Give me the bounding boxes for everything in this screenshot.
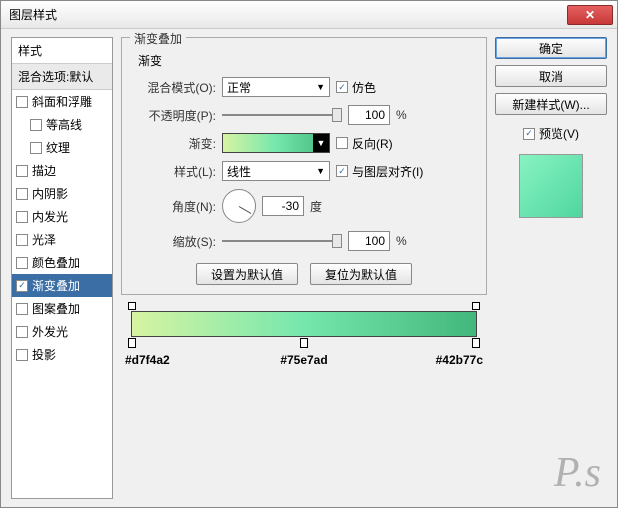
opacity-label: 不透明度(P): xyxy=(134,107,216,124)
style-item-5[interactable]: 内发光 xyxy=(12,205,112,228)
style-item-label: 等高线 xyxy=(46,116,82,133)
opacity-stop[interactable] xyxy=(472,302,480,310)
checkbox-icon: ✓ xyxy=(336,81,348,93)
style-item-label: 内阴影 xyxy=(32,185,68,202)
gradient-bar[interactable] xyxy=(131,311,477,337)
window-title: 图层样式 xyxy=(9,6,57,23)
ok-button[interactable]: 确定 xyxy=(495,37,607,59)
style-item-label: 颜色叠加 xyxy=(32,254,80,271)
style-item-label: 渐变叠加 xyxy=(32,277,80,294)
preview-checkbox[interactable]: ✓ 预览(V) xyxy=(495,125,607,142)
group-title: 渐变叠加 xyxy=(130,30,186,47)
blend-mode-select[interactable]: 正常 ▼ xyxy=(222,77,330,97)
titlebar: 图层样式 ✕ xyxy=(1,1,617,29)
set-default-button[interactable]: 设置为默认值 xyxy=(196,263,298,285)
checkbox-icon xyxy=(16,326,28,338)
style-item-3[interactable]: 描边 xyxy=(12,159,112,182)
style-label: 样式(L): xyxy=(134,163,216,180)
cancel-button[interactable]: 取消 xyxy=(495,65,607,87)
close-icon: ✕ xyxy=(585,8,595,22)
color-stop-label: #75e7ad xyxy=(280,353,327,367)
angle-dial[interactable] xyxy=(222,189,256,223)
color-stop-label: #d7f4a2 xyxy=(125,353,170,367)
checkbox-icon xyxy=(16,96,28,108)
style-item-label: 图案叠加 xyxy=(32,300,80,317)
checkbox-icon xyxy=(16,165,28,177)
reverse-checkbox[interactable]: 反向(R) xyxy=(336,135,393,152)
style-item-9[interactable]: 图案叠加 xyxy=(12,297,112,320)
style-item-1[interactable]: 等高线 xyxy=(12,113,112,136)
style-item-label: 纹理 xyxy=(46,139,70,156)
dither-checkbox[interactable]: ✓ 仿色 xyxy=(336,79,376,96)
gradient-editor: #d7f4a2 #75e7ad #42b77c xyxy=(131,311,477,337)
gradient-picker[interactable]: ▼ xyxy=(222,133,330,153)
style-item-6[interactable]: 光泽 xyxy=(12,228,112,251)
checkbox-icon xyxy=(16,188,28,200)
style-item-4[interactable]: 内阴影 xyxy=(12,182,112,205)
style-item-label: 斜面和浮雕 xyxy=(32,93,92,110)
style-select[interactable]: 线性 ▼ xyxy=(222,161,330,181)
checkbox-icon xyxy=(16,234,28,246)
style-item-label: 外发光 xyxy=(32,323,68,340)
color-stop-label: #42b77c xyxy=(436,353,483,367)
scale-value[interactable]: 100 xyxy=(348,231,390,251)
style-item-11[interactable]: 投影 xyxy=(12,343,112,366)
style-item-label: 内发光 xyxy=(32,208,68,225)
preview-swatch xyxy=(519,154,583,218)
styles-panel: 样式 混合选项:默认 斜面和浮雕等高线纹理描边内阴影内发光光泽颜色叠加 ✓ 渐变叠加… xyxy=(11,37,113,499)
checkbox-icon xyxy=(16,257,28,269)
watermark: P.s xyxy=(554,449,601,497)
checkbox-icon: ✓ xyxy=(523,128,535,140)
angle-value[interactable]: -30 xyxy=(262,196,304,216)
blend-options-default[interactable]: 混合选项:默认 xyxy=(12,64,112,90)
new-style-button[interactable]: 新建样式(W)... xyxy=(495,93,607,115)
checkbox-icon: ✓ xyxy=(16,280,28,292)
opacity-stop[interactable] xyxy=(128,302,136,310)
checkbox-icon xyxy=(30,142,42,154)
blend-mode-label: 混合模式(O): xyxy=(134,79,216,96)
style-item-2[interactable]: 纹理 xyxy=(12,136,112,159)
style-item-10[interactable]: 外发光 xyxy=(12,320,112,343)
gradient-label: 渐变: xyxy=(134,135,216,152)
style-item-7[interactable]: 颜色叠加 xyxy=(12,251,112,274)
chevron-down-icon: ▼ xyxy=(316,82,325,92)
reset-default-button[interactable]: 复位为默认值 xyxy=(310,263,412,285)
angle-label: 角度(N): xyxy=(134,198,216,215)
chevron-down-icon: ▼ xyxy=(316,166,325,176)
scale-slider[interactable] xyxy=(222,234,342,248)
checkbox-icon xyxy=(336,137,348,149)
gradient-overlay-group: 渐变叠加 渐变 混合模式(O): 正常 ▼ ✓ 仿色 xyxy=(121,37,487,295)
checkbox-icon xyxy=(16,349,28,361)
styles-header[interactable]: 样式 xyxy=(12,38,112,64)
style-item-label: 投影 xyxy=(32,346,56,363)
style-item-0[interactable]: 斜面和浮雕 xyxy=(12,90,112,113)
checkbox-icon: ✓ xyxy=(336,165,348,177)
opacity-slider[interactable] xyxy=(222,108,342,122)
style-item-8[interactable]: ✓ 渐变叠加 xyxy=(12,274,112,297)
color-stop[interactable] xyxy=(472,338,480,348)
scale-label: 缩放(S): xyxy=(134,233,216,250)
chevron-down-icon: ▼ xyxy=(313,134,329,152)
opacity-value[interactable]: 100 xyxy=(348,105,390,125)
color-stop[interactable] xyxy=(300,338,308,348)
checkbox-icon xyxy=(30,119,42,131)
style-item-label: 描边 xyxy=(32,162,56,179)
close-button[interactable]: ✕ xyxy=(567,5,613,25)
style-item-label: 光泽 xyxy=(32,231,56,248)
align-checkbox[interactable]: ✓ 与图层对齐(I) xyxy=(336,163,423,180)
color-stop[interactable] xyxy=(128,338,136,348)
checkbox-icon xyxy=(16,303,28,315)
checkbox-icon xyxy=(16,211,28,223)
sub-title: 渐变 xyxy=(138,52,474,69)
